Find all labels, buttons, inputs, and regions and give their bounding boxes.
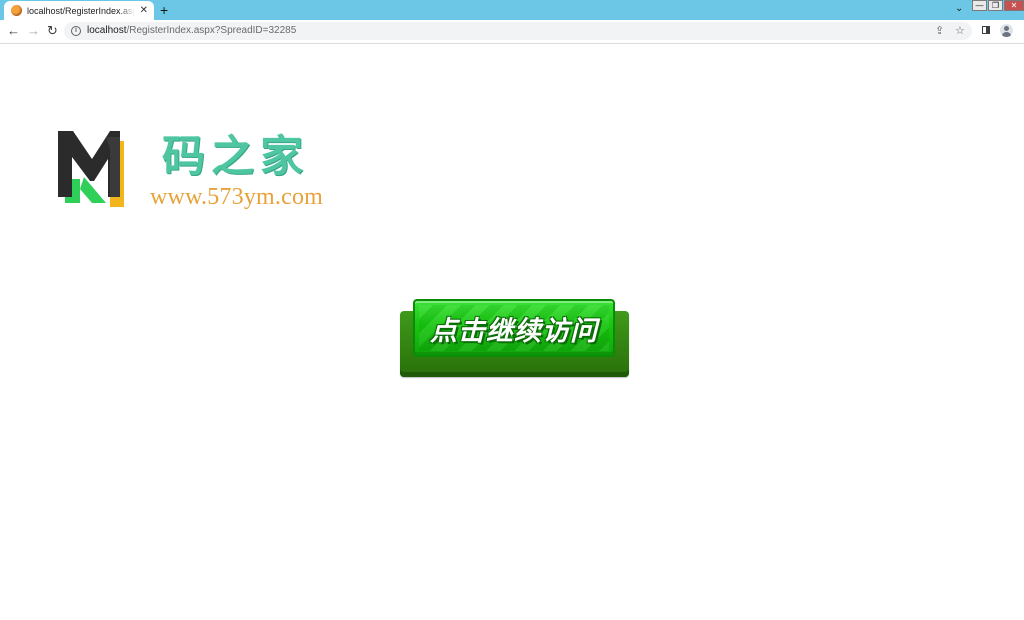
back-button[interactable]: ← xyxy=(7,23,20,39)
restore-button[interactable]: ❐ xyxy=(988,0,1003,11)
side-panel-icon[interactable] xyxy=(982,26,990,34)
url-host: localhost xyxy=(87,25,127,36)
continue-visit-button[interactable]: 点击继续访问 xyxy=(400,299,629,377)
tab-close-icon[interactable]: ✕ xyxy=(140,5,148,16)
address-bar[interactable]: i localhost/RegisterIndex.aspx?SpreadID=… xyxy=(64,22,972,40)
continue-visit-label: 点击继续访问 xyxy=(430,315,598,347)
share-icon[interactable]: ⇪ xyxy=(935,23,944,39)
button-face[interactable]: 点击继续访问 xyxy=(413,299,615,357)
address-url[interactable]: localhost/RegisterIndex.aspx?SpreadID=32… xyxy=(87,24,296,38)
site-logo: 码之家 www.573ym.com xyxy=(58,131,348,211)
site-info-icon[interactable]: i xyxy=(71,26,81,36)
star-icon[interactable]: ☆ xyxy=(955,23,965,39)
tab-title: localhost/RegisterIndex.aspx? xyxy=(27,5,135,16)
browser-toolbar: ← → ↻ i localhost/RegisterIndex.aspx?Spr… xyxy=(0,20,1024,44)
url-path: /RegisterIndex.aspx?SpreadID=32285 xyxy=(126,25,297,36)
tab-strip: localhost/RegisterIndex.aspx? ✕ + ⌄ — ❐ … xyxy=(0,0,1024,20)
profile-icon[interactable] xyxy=(1000,24,1013,37)
logo-chinese-name: 码之家 xyxy=(162,132,309,182)
window-controls: — ❐ ✕ xyxy=(971,0,1024,13)
tab-search-chevron-icon[interactable]: ⌄ xyxy=(955,3,963,14)
logo-site-url: www.573ym.com xyxy=(150,184,324,210)
forward-button[interactable]: → xyxy=(27,23,40,39)
favicon-icon xyxy=(11,5,22,16)
window-close-button[interactable]: ✕ xyxy=(1004,0,1024,11)
browser-tab[interactable]: localhost/RegisterIndex.aspx? ✕ xyxy=(4,1,154,20)
new-tab-button[interactable]: + xyxy=(160,1,168,19)
reload-button[interactable]: ↻ xyxy=(47,23,58,39)
logo-m-icon xyxy=(58,131,124,207)
minimize-button[interactable]: — xyxy=(972,0,987,11)
